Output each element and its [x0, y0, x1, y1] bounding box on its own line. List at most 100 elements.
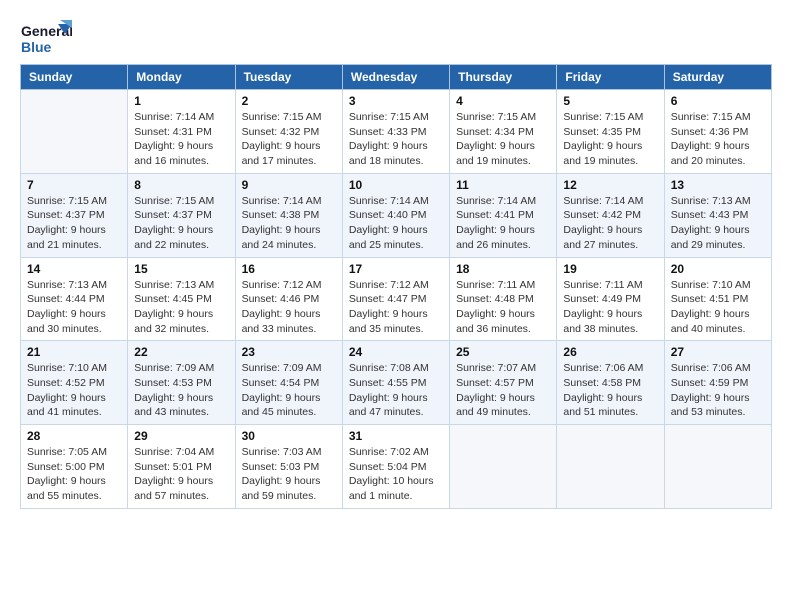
- day-of-week-header: Friday: [557, 65, 664, 90]
- calendar-cell: 28 Sunrise: 7:05 AMSunset: 5:00 PMDayligh…: [21, 425, 128, 509]
- day-number: 25: [456, 345, 550, 359]
- day-info: Sunrise: 7:10 AMSunset: 4:51 PMDaylight:…: [671, 278, 765, 337]
- day-number: 23: [242, 345, 336, 359]
- calendar-cell: 10Sunrise: 7:14 AMSunset: 4:40 PMDayligh…: [342, 173, 449, 257]
- day-info: Sunrise: 7:12 AMSunset: 4:46 PMDaylight:…: [242, 278, 336, 337]
- day-info: Sunrise: 7:14 AMSunset: 4:42 PMDaylight:…: [563, 194, 657, 253]
- day-number: 30: [242, 429, 336, 443]
- day-of-week-header: Saturday: [664, 65, 771, 90]
- calendar-cell: 25 Sunrise: 7:07 AMSunset: 4:57 PMDayligh…: [450, 341, 557, 425]
- day-info: Sunrise: 7:15 AMSunset: 4:37 PMDaylight:…: [134, 194, 228, 253]
- day-info: Sunrise: 7:05 AMSunset: 5:00 PMDaylight:…: [27, 445, 121, 504]
- svg-text:Blue: Blue: [21, 39, 52, 55]
- day-number: 16: [242, 262, 336, 276]
- day-of-week-header: Monday: [128, 65, 235, 90]
- day-number: 10: [349, 178, 443, 192]
- calendar-cell: 16 Sunrise: 7:12 AMSunset: 4:46 PMDayligh…: [235, 257, 342, 341]
- day-info: Sunrise: 7:07 AMSunset: 4:57 PMDaylight:…: [456, 361, 550, 420]
- calendar-cell: 22 Sunrise: 7:09 AMSunset: 4:53 PMDayligh…: [128, 341, 235, 425]
- calendar-cell: 29 Sunrise: 7:04 AMSunset: 5:01 PMDayligh…: [128, 425, 235, 509]
- day-number: 8: [134, 178, 228, 192]
- calendar-cell: 2 Sunrise: 7:15 AMSunset: 4:32 PMDaylight…: [235, 90, 342, 174]
- day-number: 18: [456, 262, 550, 276]
- day-info: Sunrise: 7:14 AMSunset: 4:38 PMDaylight:…: [242, 194, 336, 253]
- day-of-week-header: Tuesday: [235, 65, 342, 90]
- day-info: Sunrise: 7:12 AMSunset: 4:47 PMDaylight:…: [349, 278, 443, 337]
- day-of-week-header: Wednesday: [342, 65, 449, 90]
- day-number: 12: [563, 178, 657, 192]
- day-number: 31: [349, 429, 443, 443]
- day-info: Sunrise: 7:11 AMSunset: 4:49 PMDaylight:…: [563, 278, 657, 337]
- calendar-cell: [450, 425, 557, 509]
- day-info: Sunrise: 7:15 AMSunset: 4:33 PMDaylight:…: [349, 110, 443, 169]
- day-number: 19: [563, 262, 657, 276]
- calendar-cell: 27 Sunrise: 7:06 AMSunset: 4:59 PMDayligh…: [664, 341, 771, 425]
- day-number: 4: [456, 94, 550, 108]
- day-number: 15: [134, 262, 228, 276]
- day-info: Sunrise: 7:13 AMSunset: 4:44 PMDaylight:…: [27, 278, 121, 337]
- day-number: 9: [242, 178, 336, 192]
- calendar-cell: 18 Sunrise: 7:11 AMSunset: 4:48 PMDayligh…: [450, 257, 557, 341]
- day-info: Sunrise: 7:04 AMSunset: 5:01 PMDaylight:…: [134, 445, 228, 504]
- day-number: 21: [27, 345, 121, 359]
- day-number: 27: [671, 345, 765, 359]
- day-number: 6: [671, 94, 765, 108]
- calendar-cell: [557, 425, 664, 509]
- day-info: Sunrise: 7:06 AMSunset: 4:59 PMDaylight:…: [671, 361, 765, 420]
- day-number: 17: [349, 262, 443, 276]
- day-of-week-header: Thursday: [450, 65, 557, 90]
- calendar-cell: 20 Sunrise: 7:10 AMSunset: 4:51 PMDayligh…: [664, 257, 771, 341]
- day-number: 24: [349, 345, 443, 359]
- day-info: Sunrise: 7:09 AMSunset: 4:54 PMDaylight:…: [242, 361, 336, 420]
- calendar-cell: 6 Sunrise: 7:15 AMSunset: 4:36 PMDaylight…: [664, 90, 771, 174]
- day-info: Sunrise: 7:14 AMSunset: 4:41 PMDaylight:…: [456, 194, 550, 253]
- calendar-cell: 14Sunrise: 7:13 AMSunset: 4:44 PMDayligh…: [21, 257, 128, 341]
- day-info: Sunrise: 7:03 AMSunset: 5:03 PMDaylight:…: [242, 445, 336, 504]
- day-info: Sunrise: 7:08 AMSunset: 4:55 PMDaylight:…: [349, 361, 443, 420]
- calendar-cell: 31 Sunrise: 7:02 AMSunset: 5:04 PMDayligh…: [342, 425, 449, 509]
- calendar-cell: 4Sunrise: 7:15 AMSunset: 4:34 PMDaylight…: [450, 90, 557, 174]
- calendar-cell: 26 Sunrise: 7:06 AMSunset: 4:58 PMDayligh…: [557, 341, 664, 425]
- day-info: Sunrise: 7:13 AMSunset: 4:45 PMDaylight:…: [134, 278, 228, 337]
- day-info: Sunrise: 7:09 AMSunset: 4:53 PMDaylight:…: [134, 361, 228, 420]
- day-number: 5: [563, 94, 657, 108]
- calendar-cell: 13 Sunrise: 7:13 AMSunset: 4:43 PMDayligh…: [664, 173, 771, 257]
- day-info: Sunrise: 7:14 AMSunset: 4:31 PMDaylight:…: [134, 110, 228, 169]
- calendar-cell: 15 Sunrise: 7:13 AMSunset: 4:45 PMDayligh…: [128, 257, 235, 341]
- day-info: Sunrise: 7:15 AMSunset: 4:37 PMDaylight:…: [27, 194, 121, 253]
- calendar-cell: 8 Sunrise: 7:15 AMSunset: 4:37 PMDaylight…: [128, 173, 235, 257]
- calendar-cell: 12 Sunrise: 7:14 AMSunset: 4:42 PMDayligh…: [557, 173, 664, 257]
- calendar-cell: 1 Sunrise: 7:14 AMSunset: 4:31 PMDaylight…: [128, 90, 235, 174]
- calendar-cell: 11 Sunrise: 7:14 AMSunset: 4:41 PMDayligh…: [450, 173, 557, 257]
- day-number: 26: [563, 345, 657, 359]
- day-info: Sunrise: 7:15 AMSunset: 4:32 PMDaylight:…: [242, 110, 336, 169]
- day-info: Sunrise: 7:11 AMSunset: 4:48 PMDaylight:…: [456, 278, 550, 337]
- day-number: 2: [242, 94, 336, 108]
- day-info: Sunrise: 7:06 AMSunset: 4:58 PMDaylight:…: [563, 361, 657, 420]
- day-number: 7: [27, 178, 121, 192]
- day-number: 22: [134, 345, 228, 359]
- calendar-cell: 17 Sunrise: 7:12 AMSunset: 4:47 PMDayligh…: [342, 257, 449, 341]
- day-info: Sunrise: 7:02 AMSunset: 5:04 PMDaylight:…: [349, 445, 443, 504]
- day-number: 1: [134, 94, 228, 108]
- calendar-cell: 3Sunrise: 7:15 AMSunset: 4:33 PMDaylight…: [342, 90, 449, 174]
- day-number: 29: [134, 429, 228, 443]
- calendar-cell: [21, 90, 128, 174]
- calendar-cell: 5 Sunrise: 7:15 AMSunset: 4:35 PMDaylight…: [557, 90, 664, 174]
- calendar-table: SundayMondayTuesdayWednesdayThursdayFrid…: [20, 64, 772, 509]
- calendar-cell: [664, 425, 771, 509]
- day-of-week-header: Sunday: [21, 65, 128, 90]
- day-number: 13: [671, 178, 765, 192]
- day-number: 28: [27, 429, 121, 443]
- logo: General Blue: [20, 16, 72, 58]
- day-info: Sunrise: 7:10 AMSunset: 4:52 PMDaylight:…: [27, 361, 121, 420]
- day-info: Sunrise: 7:15 AMSunset: 4:36 PMDaylight:…: [671, 110, 765, 169]
- day-info: Sunrise: 7:15 AMSunset: 4:35 PMDaylight:…: [563, 110, 657, 169]
- day-number: 20: [671, 262, 765, 276]
- calendar-cell: 21 Sunrise: 7:10 AMSunset: 4:52 PMDayligh…: [21, 341, 128, 425]
- calendar-cell: 9 Sunrise: 7:14 AMSunset: 4:38 PMDaylight…: [235, 173, 342, 257]
- day-number: 11: [456, 178, 550, 192]
- calendar-cell: 30 Sunrise: 7:03 AMSunset: 5:03 PMDayligh…: [235, 425, 342, 509]
- calendar-cell: 7 Sunrise: 7:15 AMSunset: 4:37 PMDaylight…: [21, 173, 128, 257]
- day-info: Sunrise: 7:13 AMSunset: 4:43 PMDaylight:…: [671, 194, 765, 253]
